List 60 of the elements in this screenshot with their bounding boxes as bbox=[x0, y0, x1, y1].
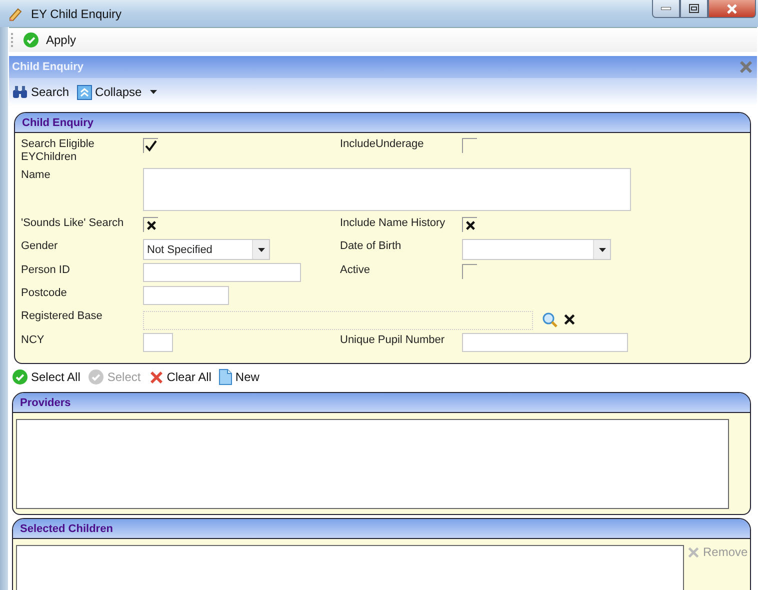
collapse-button[interactable]: Collapse bbox=[77, 84, 142, 100]
maximize-button[interactable] bbox=[680, 0, 708, 18]
close-icon bbox=[726, 4, 738, 14]
group-title: Selected Children bbox=[20, 522, 113, 534]
check-circle-icon bbox=[12, 369, 28, 385]
field-label: IncludeUnderage bbox=[340, 137, 424, 151]
caret-icon bbox=[598, 248, 606, 252]
field-label: Person ID bbox=[21, 263, 70, 277]
text-field[interactable] bbox=[462, 333, 628, 352]
lookup-field[interactable] bbox=[143, 311, 533, 330]
checkbox[interactable] bbox=[143, 138, 158, 153]
panel-title: Child Enquiry bbox=[12, 61, 84, 73]
field-label: Registered Base bbox=[21, 309, 102, 323]
checkbox[interactable] bbox=[462, 217, 477, 232]
clear-icon bbox=[563, 313, 576, 326]
apply-button[interactable]: Apply bbox=[23, 32, 76, 48]
checkbox[interactable] bbox=[462, 264, 477, 279]
search-button[interactable]: Search bbox=[12, 85, 70, 99]
caret-icon bbox=[150, 90, 157, 94]
clear-button[interactable]: Clear All bbox=[148, 370, 212, 384]
document-icon bbox=[219, 369, 232, 385]
dropdown-field[interactable]: Not Specified bbox=[143, 239, 270, 260]
maximize-icon bbox=[689, 4, 699, 13]
check-circle-icon bbox=[88, 369, 104, 385]
field-label: Include Name History bbox=[340, 216, 446, 230]
text-field[interactable] bbox=[143, 333, 173, 352]
check-circle-icon bbox=[23, 32, 39, 48]
close-icon[interactable] bbox=[739, 60, 753, 74]
field-label: Name bbox=[21, 168, 50, 182]
name-field[interactable] bbox=[143, 168, 631, 211]
checkbox[interactable] bbox=[462, 138, 477, 153]
field-label: NCY bbox=[21, 333, 44, 347]
select-all-button[interactable]: Select All bbox=[12, 369, 80, 385]
search-icon[interactable] bbox=[542, 312, 558, 328]
text-field[interactable] bbox=[143, 263, 301, 282]
group-title: Providers bbox=[20, 396, 71, 408]
collapse-icon bbox=[77, 84, 92, 100]
field-label: Search Eligible EYChildren bbox=[21, 137, 96, 164]
new-button[interactable]: New bbox=[219, 369, 260, 385]
binoculars-icon bbox=[12, 86, 28, 98]
field-label: Active bbox=[340, 263, 370, 277]
field-label: Postcode bbox=[21, 286, 67, 300]
close-button[interactable] bbox=[708, 0, 756, 18]
text-field[interactable] bbox=[143, 286, 229, 305]
dropdown-field[interactable] bbox=[462, 239, 611, 260]
window-title: EY Child Enquiry bbox=[31, 6, 122, 20]
cross-icon bbox=[148, 370, 164, 384]
caret-icon bbox=[258, 248, 264, 252]
selected-children-list[interactable] bbox=[16, 545, 684, 590]
field-label: 'Sounds Like' Search bbox=[21, 216, 124, 230]
pencil-icon bbox=[8, 6, 23, 21]
minimize-icon bbox=[661, 7, 671, 10]
checkbox[interactable] bbox=[143, 217, 158, 232]
field-label: Gender bbox=[21, 239, 58, 253]
providers-list[interactable] bbox=[16, 419, 729, 509]
field-label: Unique Pupil Number bbox=[340, 333, 445, 347]
field-label: Date of Birth bbox=[340, 239, 402, 253]
minimize-button[interactable] bbox=[652, 0, 680, 18]
cross-icon bbox=[687, 546, 700, 558]
group-title: Child Enquiry bbox=[22, 116, 94, 128]
